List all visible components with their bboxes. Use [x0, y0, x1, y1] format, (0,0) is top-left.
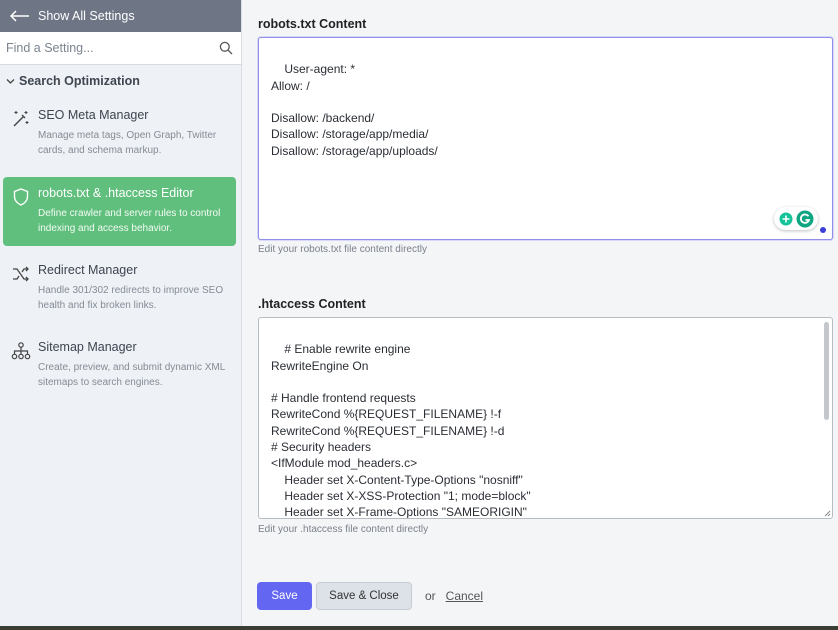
htaccess-label: .htaccess Content [258, 297, 366, 311]
sidebar-item-title: robots.txt & .htaccess Editor [38, 186, 194, 200]
editor-panel: robots.txt Content User-agent: * Allow: … [242, 0, 838, 630]
form-actions: Save Save & Close or Cancel [257, 582, 483, 610]
htaccess-help-text: Edit your .htaccess file content directl… [258, 524, 429, 535]
sidebar-item-title: Redirect Manager [38, 263, 138, 277]
htaccess-content: # Enable rewrite engine RewriteEngine On… [271, 342, 531, 519]
settings-sidebar: Show All Settings Search Optimization SE… [0, 0, 242, 630]
shield-icon [13, 188, 29, 206]
robots-help-text: Edit your robots.txt file content direct… [258, 244, 427, 255]
grammarly-g-icon [796, 210, 813, 227]
show-all-settings-label: Show All Settings [38, 9, 135, 23]
grammarly-status-dot [820, 227, 826, 233]
section-label: Search Optimization [19, 74, 140, 88]
save-button[interactable]: Save [257, 582, 312, 610]
sidebar-item-desc: Define crawler and server rules to contr… [38, 208, 221, 234]
or-text: or [425, 589, 436, 603]
shuffle-icon [13, 266, 29, 282]
magic-wand-icon [13, 111, 29, 127]
back-arrow-icon [10, 10, 29, 22]
window-bottom-edge [0, 626, 838, 630]
sidebar-item-desc: Create, preview, and submit dynamic XML … [38, 362, 225, 388]
section-search-optimization[interactable]: Search Optimization [0, 65, 241, 94]
sidebar-item-desc: Handle 301/302 redirects to improve SEO … [38, 285, 224, 311]
scrollbar-thumb[interactable] [824, 322, 829, 420]
sidebar-item-robots-htaccess-editor[interactable]: robots.txt & .htaccess Editor Define cra… [3, 177, 236, 246]
sidebar-item-sitemap-manager[interactable]: Sitemap Manager Create, preview, and sub… [3, 331, 236, 400]
grammarly-plus-icon [779, 212, 792, 225]
robots-label: robots.txt Content [258, 17, 367, 31]
settings-search [0, 32, 241, 65]
robots-content: User-agent: * Allow: / Disallow: /backen… [271, 62, 438, 158]
save-and-close-button[interactable]: Save & Close [316, 582, 412, 610]
cancel-link[interactable]: Cancel [446, 589, 483, 603]
htaccess-textarea[interactable]: # Enable rewrite engine RewriteEngine On… [258, 317, 833, 519]
show-all-settings-link[interactable]: Show All Settings [0, 0, 241, 32]
sidebar-item-title: Sitemap Manager [38, 340, 137, 354]
resize-handle-icon[interactable] [823, 509, 831, 517]
search-icon[interactable] [219, 41, 233, 55]
sidebar-item-seo-meta-manager[interactable]: SEO Meta Manager Manage meta tags, Open … [3, 99, 236, 168]
chevron-down-icon [6, 78, 15, 84]
sidebar-item-redirect-manager[interactable]: Redirect Manager Handle 301/302 redirect… [3, 254, 236, 323]
search-input[interactable] [6, 41, 219, 55]
sitemap-icon [11, 342, 31, 360]
grammarly-widget[interactable] [774, 207, 818, 230]
robots-textarea[interactable]: User-agent: * Allow: / Disallow: /backen… [258, 37, 833, 240]
htaccess-scrollbar[interactable] [823, 319, 831, 517]
sidebar-item-title: SEO Meta Manager [38, 108, 149, 122]
sidebar-item-desc: Manage meta tags, Open Graph, Twitter ca… [38, 130, 217, 156]
